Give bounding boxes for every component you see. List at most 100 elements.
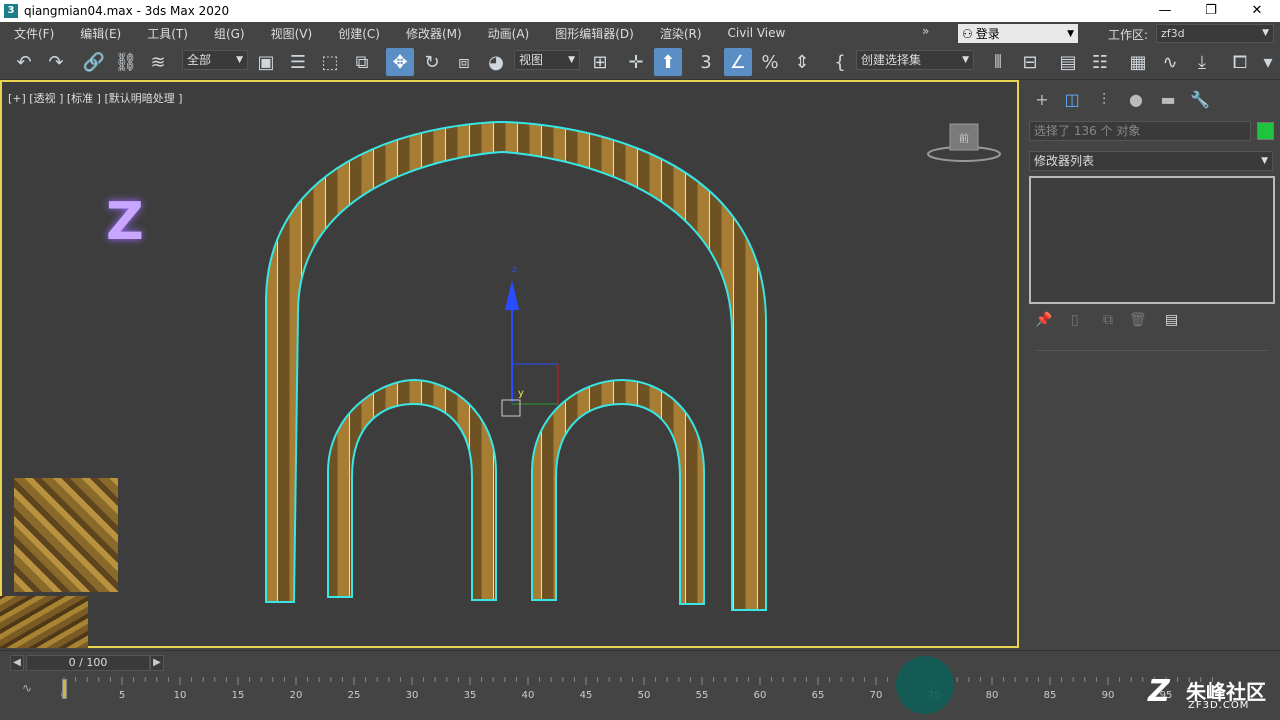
dope-sheet-icon[interactable]: ⤓: [1188, 48, 1216, 76]
bind-space-warp-icon[interactable]: ≋: [144, 48, 172, 76]
reference-coordinate-select[interactable]: 视图 ▼: [514, 50, 580, 70]
select-and-place-icon[interactable]: ◕: [482, 48, 510, 76]
show-end-result-icon[interactable]: ▯: [1071, 312, 1079, 328]
modify-tab-icon[interactable]: ◫: [1059, 90, 1085, 112]
y-axis-label: y: [518, 388, 524, 399]
modifier-stack[interactable]: [1029, 176, 1275, 304]
menu-group[interactable]: 组(G): [201, 25, 258, 42]
utilities-tab-icon[interactable]: 🔧: [1187, 90, 1213, 112]
next-frame-button[interactable]: ▶: [150, 655, 164, 671]
zf3d-logo-icon: Z: [106, 192, 144, 252]
snaps-toggle-icon[interactable]: 3: [692, 48, 720, 76]
viewcube-label: 前: [959, 132, 969, 145]
timeline-track[interactable]: 05101520253035404550556065707580859095: [60, 677, 1220, 713]
stack-toolbar: 📌 ▯ ⧉ 🗑 ▤: [1031, 312, 1271, 332]
selection-filter-value: 全部: [187, 53, 212, 67]
schematic-view-icon[interactable]: ⧠: [1226, 48, 1254, 76]
login-dropdown[interactable]: ⚇ 登录 ▼: [958, 24, 1078, 43]
ribbon-toggle-icon[interactable]: ▦: [1124, 48, 1152, 76]
timeline-tick-label: 35: [464, 690, 477, 701]
perspective-viewport[interactable]: [+] [透视 ] [标准 ] [默认明暗处理 ] y z 前 Z: [0, 80, 1019, 648]
percent-snap-icon[interactable]: %: [756, 48, 784, 76]
menu-edit[interactable]: 编辑(E): [67, 25, 134, 42]
modifier-list-label: 修改器列表: [1034, 154, 1095, 168]
menu-create[interactable]: 创建(C): [325, 25, 393, 42]
select-manipulate-icon[interactable]: ✛: [622, 48, 650, 76]
viewcube[interactable]: 前: [927, 123, 1001, 162]
menu-views[interactable]: 视图(V): [258, 25, 326, 42]
curve-editor-icon[interactable]: ∿: [1156, 48, 1184, 76]
close-button[interactable]: ✕: [1234, 0, 1280, 22]
select-and-rotate-icon[interactable]: ↻: [418, 48, 446, 76]
menu-file[interactable]: 文件(F): [0, 25, 67, 42]
menu-overflow-button[interactable]: »: [922, 24, 929, 38]
chevron-down-icon: ▼: [1067, 28, 1074, 39]
small-arch-left[interactable]: [327, 378, 497, 601]
timeline-tick-label: 30: [406, 690, 419, 701]
keyboard-shortcut-override-icon[interactable]: ⬆: [654, 48, 682, 76]
redo-icon[interactable]: ↷: [42, 48, 70, 76]
pivot-center-icon[interactable]: ⊞: [586, 48, 614, 76]
material-editor-icon[interactable]: ▾: [1254, 48, 1280, 76]
minimize-button[interactable]: —: [1142, 0, 1188, 22]
selection-filter-select[interactable]: 全部 ▼: [182, 50, 248, 70]
hierarchy-tab-icon[interactable]: ⫶: [1091, 90, 1117, 112]
align-icon[interactable]: ⊟: [1016, 48, 1044, 76]
undo-icon[interactable]: ↶: [10, 48, 38, 76]
window-crossing-icon[interactable]: ⧉: [348, 48, 376, 76]
display-tab-icon[interactable]: ▬: [1155, 90, 1181, 112]
edit-named-selection-icon[interactable]: {: [826, 48, 854, 76]
pin-stack-icon[interactable]: 📌: [1035, 312, 1052, 328]
menu-graph-editors[interactable]: 图形编辑器(D): [542, 25, 647, 42]
timeline-tick-label: 5: [119, 690, 125, 701]
make-unique-icon[interactable]: ⧉: [1103, 312, 1113, 328]
workspace-label: 工作区:: [1108, 28, 1149, 42]
timeline-tick-label: 80: [986, 690, 999, 701]
curve-editor-mini-icon[interactable]: ∿: [22, 681, 32, 695]
time-slider-thumb[interactable]: [62, 679, 67, 699]
layer-explorer-icon[interactable]: ☷: [1086, 48, 1114, 76]
small-arch-right[interactable]: [531, 378, 705, 605]
frame-counter[interactable]: 0 / 100: [26, 655, 150, 671]
menu-modifiers[interactable]: 修改器(M): [393, 25, 475, 42]
workspace-value: zf3d: [1161, 27, 1185, 40]
timeline-tick-label: 20: [290, 690, 303, 701]
object-color-swatch[interactable]: [1257, 122, 1274, 140]
remove-modifier-icon[interactable]: 🗑: [1129, 312, 1147, 328]
select-object-icon[interactable]: ▣: [252, 48, 280, 76]
maximize-button[interactable]: ❐: [1188, 0, 1234, 22]
menu-civil-view[interactable]: Civil View: [715, 26, 799, 40]
timeline-tick-label: 60: [754, 690, 767, 701]
select-and-scale-icon[interactable]: ⧈: [450, 48, 478, 76]
unlink-icon[interactable]: ⛓: [112, 48, 140, 76]
menu-animation[interactable]: 动画(A): [475, 25, 543, 42]
select-and-move-icon[interactable]: ✥: [386, 48, 414, 76]
chevron-down-icon: ▼: [1261, 156, 1268, 166]
spinner-snap-icon[interactable]: ⇕: [788, 48, 816, 76]
menu-rendering[interactable]: 渲染(R): [647, 25, 715, 42]
configure-modifier-sets-icon[interactable]: ▤: [1165, 312, 1178, 328]
rect-selection-region-icon[interactable]: ⬚: [316, 48, 344, 76]
named-selection-select[interactable]: 创建选择集 ▼: [856, 50, 974, 70]
timeline-tick-label: 40: [522, 690, 535, 701]
menu-tools[interactable]: 工具(T): [134, 25, 201, 42]
menu-bar: 文件(F) 编辑(E) 工具(T) 组(G) 视图(V) 创建(C) 修改器(M…: [0, 22, 1280, 44]
scene-explorer-icon[interactable]: ▤: [1054, 48, 1082, 76]
motion-tab-icon[interactable]: ●: [1123, 90, 1149, 112]
prev-frame-button[interactable]: ◀: [10, 655, 24, 671]
chevron-down-icon: ▼: [1262, 28, 1269, 38]
mirror-icon[interactable]: ⫴: [984, 48, 1012, 76]
select-by-name-icon[interactable]: ☰: [284, 48, 312, 76]
timeline-tick-label: 10: [174, 690, 187, 701]
transform-gizmo[interactable]: y z: [501, 265, 559, 417]
create-tab-icon[interactable]: +: [1029, 90, 1055, 112]
main-toolbar: ↶ ↷ 🔗 ⛓ ≋ 全部 ▼ ▣ ☰ ⬚ ⧉ ✥ ↻ ⧈ ◕ 视图 ▼ ⊞ ✛ …: [0, 44, 1280, 80]
window-title: qiangmian04.max - 3ds Max 2020: [24, 4, 230, 18]
timeline-tick-label: 90: [1102, 690, 1115, 701]
modifier-list-dropdown[interactable]: 修改器列表 ▼: [1029, 151, 1273, 171]
workspace-select[interactable]: zf3d ▼: [1156, 24, 1274, 43]
timeline-tick-label: 70: [870, 690, 883, 701]
link-icon[interactable]: 🔗: [80, 48, 108, 76]
angle-snap-icon[interactable]: ∠: [724, 48, 752, 76]
selection-info-field[interactable]: 选择了 136 个 对象: [1029, 121, 1251, 141]
